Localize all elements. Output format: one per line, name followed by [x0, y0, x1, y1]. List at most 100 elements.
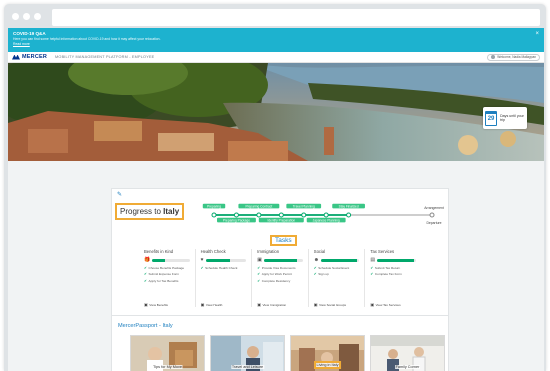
task-item[interactable]: ✔ Sign up: [314, 272, 360, 276]
page-viewport: COVID-19 Q&A Here you can find some help…: [8, 28, 544, 371]
trip-countdown[interactable]: 29 Days until your trip: [483, 107, 527, 129]
progress-card: ✎ Progress to Italy Preparing Preparing P…: [111, 188, 449, 316]
task-item[interactable]: ✔ Apply for Work Permit: [257, 272, 303, 276]
close-icon[interactable]: ×: [535, 31, 539, 37]
task-item[interactable]: ✔ Apply for Tax Benefits: [144, 279, 190, 283]
task-item-label: Apply for Work Permit: [261, 272, 292, 276]
task-item[interactable]: ✔ Submit Tax Return: [370, 266, 416, 270]
banner-text: Here you can find some helpful informati…: [13, 37, 161, 41]
task-column: Tax Services ▤ ✔ Submit Tax Return ✔ Complete…: [365, 249, 421, 307]
task-columns: Benefits in Kind 🎁 ✔ Choose Benefits Packag…: [139, 249, 421, 307]
task-column: Health Check ♥ ✔ Schedule Health Check ▣ View…: [196, 249, 253, 307]
window-dot-icon[interactable]: [34, 13, 41, 20]
timeline-end-marker[interactable]: [429, 212, 435, 218]
list-icon: ▣: [144, 302, 148, 307]
timeline-step-marker[interactable]: [301, 212, 307, 218]
task-progress-bar: [377, 258, 416, 262]
timeline-step-label: Identify Preparation: [267, 218, 295, 222]
timeline-step-marker[interactable]: [256, 212, 262, 218]
task-progress-fill: [205, 258, 230, 262]
footer-label: View Benefits: [149, 302, 168, 307]
footer-label: View Immigration: [262, 302, 287, 307]
task-item[interactable]: ✔ Schedule Social Event: [314, 266, 360, 270]
check-icon: ✔: [200, 265, 204, 270]
user-menu[interactable]: Welcome, Nadia Mallaypan: [487, 53, 540, 61]
task-item-label: Provide Visa Documents: [261, 265, 296, 270]
timeline-step-label: Travel Planning: [293, 204, 315, 208]
footer-label: View Social Groups: [319, 302, 347, 307]
passport-icon: ▣: [257, 257, 262, 263]
timeline-step-marker[interactable]: [323, 212, 329, 218]
passport-tile[interactable]: Travel and LeisureLearn more: [210, 335, 285, 371]
task-column-title[interactable]: Immigration: [257, 249, 303, 254]
task-progress-fill: [152, 258, 166, 262]
timeline-step-label: Preparing: [207, 204, 221, 208]
passport-title[interactable]: MercerPassport - Italy: [118, 323, 173, 329]
timeline-step-marker[interactable]: [346, 212, 352, 218]
task-progress: ☻: [314, 257, 360, 263]
verona-cityscape-image: [8, 63, 544, 161]
timeline-step-label: Preparing Package: [223, 218, 250, 222]
heart-icon: ♥: [200, 257, 204, 263]
check-icon: ✔: [257, 265, 261, 270]
task-column-title[interactable]: Tax Services: [370, 249, 416, 254]
task-item-label: Complete Tax Form: [374, 272, 402, 276]
task-progress-bar: [321, 258, 360, 262]
timeline-step-label: Stay Finalized: [339, 204, 359, 208]
task-progress: ▣: [257, 257, 303, 263]
list-icon: ▣: [370, 302, 375, 307]
task-progress: 🎁: [144, 257, 190, 263]
task-progress-fill: [377, 258, 415, 262]
address-bar[interactable]: [52, 9, 540, 26]
task-column-footer-link[interactable]: ▣ View Benefits: [144, 302, 168, 307]
progress-timeline: Preparing Preparing Package Preparing Cont…: [202, 203, 444, 225]
footer-label: View Health: [205, 302, 223, 307]
timeline-step-marker[interactable]: [278, 212, 284, 218]
timeline-step-marker[interactable]: [233, 212, 239, 218]
task-column-footer-link[interactable]: ▣ View Social Groups: [314, 302, 346, 307]
task-item-label: Choose Benefits Package: [148, 265, 185, 270]
task-column-title[interactable]: Social: [314, 249, 360, 254]
task-item-label: Schedule Health Check: [205, 265, 238, 270]
tasks-heading[interactable]: Tasks: [270, 235, 297, 246]
tile-label: Family Corner: [394, 365, 421, 369]
tile-label: Travel and Leisure: [230, 365, 265, 369]
task-item-label: Submit Expense Form: [148, 272, 180, 276]
task-item[interactable]: ✔ Complete Residency: [257, 279, 303, 283]
task-item[interactable]: ✔ Complete Tax Form: [370, 272, 416, 276]
task-item[interactable]: ✔ Choose Benefits Package: [144, 266, 190, 270]
hero-image: 29 Days until your trip: [8, 63, 544, 161]
window-dot-icon[interactable]: [23, 13, 30, 20]
avatar-icon: [491, 55, 496, 59]
task-column-title[interactable]: Health Check: [201, 249, 247, 254]
task-column-footer-link[interactable]: ▣ View Immigration: [257, 302, 286, 307]
check-icon: ✔: [257, 272, 261, 276]
check-icon: ✔: [144, 272, 148, 276]
task-column: Benefits in Kind 🎁 ✔ Choose Benefits Packag…: [139, 249, 196, 307]
covid-banner: COVID-19 Q&A Here you can find some help…: [8, 28, 544, 52]
timeline-step-label: Japanese Planning: [313, 218, 340, 222]
document-icon: ▤: [370, 257, 376, 263]
task-progress-bar: [152, 258, 190, 262]
logo-text[interactable]: MERCER: [22, 54, 47, 60]
passport-tile[interactable]: Family CornerLearn more: [370, 335, 445, 371]
window-dot-icon[interactable]: [12, 13, 19, 20]
task-column-footer-link[interactable]: ▣ View Tax Services: [370, 302, 400, 307]
task-column: Social ☻ ✔ Schedule Social Event ✔ Sign up ▣ Vi…: [309, 249, 366, 307]
task-progress-bar: [205, 258, 247, 262]
platform-title: MOBILITY MANAGEMENT PLATFORM - EMPLOYEE: [55, 55, 155, 59]
task-item[interactable]: ✔ Submit Expense Form: [144, 272, 190, 276]
task-column-title[interactable]: Benefits in Kind: [144, 249, 190, 254]
footer-label: View Tax Services: [375, 302, 401, 307]
task-column-footer-link[interactable]: ▣ View Health: [201, 302, 223, 307]
banner-title: COVID-19 Q&A: [13, 31, 46, 36]
browser-window: COVID-19 Q&A Here you can find some help…: [4, 4, 546, 371]
task-item[interactable]: ✔ Schedule Health Check: [201, 266, 247, 270]
passport-thumbnails: Tips for My MoveLearn moreTravel and Lei…: [130, 335, 445, 371]
passport-tile[interactable]: Tips for My MoveLearn more: [130, 335, 205, 371]
timeline-step-marker[interactable]: [211, 212, 217, 218]
user-name: Welcome, Nadia Mallaypan: [497, 55, 536, 59]
task-item[interactable]: ✔ Provide Visa Documents: [257, 266, 303, 270]
passport-tile[interactable]: Living in ItalyLearn more: [290, 335, 365, 371]
banner-read-more-link[interactable]: Read more: [13, 42, 538, 46]
